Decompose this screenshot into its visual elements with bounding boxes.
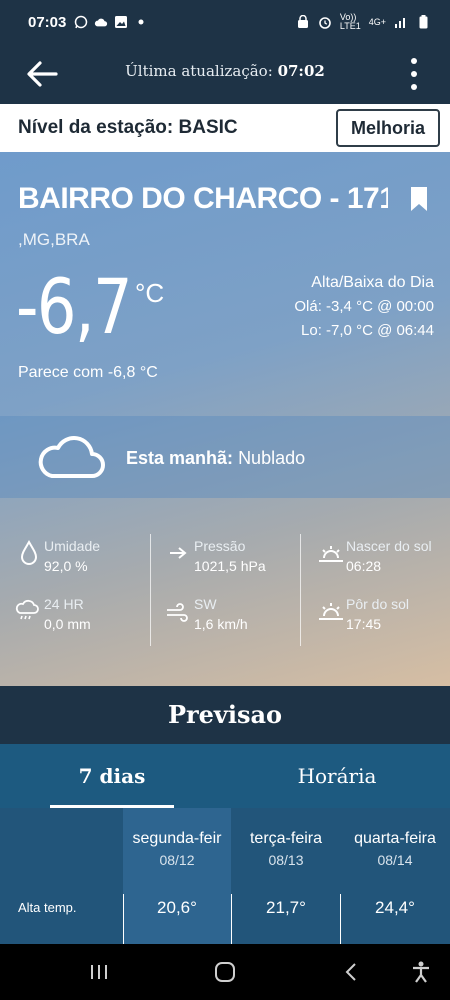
- accessibility-icon: [413, 961, 429, 983]
- condition-value: Nublado: [238, 448, 306, 468]
- metric-wind: SW 1,6 km/h: [164, 596, 304, 646]
- network-gen: 4G+: [368, 17, 386, 27]
- feels-like: Parece com -6,8 °C: [18, 364, 158, 381]
- cloud-icon: [94, 15, 108, 29]
- forecast-day-date: 08/14: [377, 852, 413, 868]
- arrow-right-icon: [170, 547, 187, 559]
- forecast-title: Previsao: [167, 700, 283, 729]
- daily-low: Lo: -7,0 °C @ 06:44: [301, 322, 434, 339]
- metric-pressure: Pressão 1021,5 hPa: [168, 538, 308, 588]
- daily-high: Olá: -3,4 °C @ 00:00: [294, 298, 434, 315]
- image-icon: [114, 15, 128, 29]
- rain-value: 0,0 mm: [44, 616, 91, 632]
- accessibility-button[interactable]: [406, 958, 436, 986]
- forecast-day-name: segunda-feir: [132, 830, 222, 847]
- forecast-high-temp: 21,7°: [266, 898, 306, 917]
- home-button[interactable]: [210, 958, 240, 986]
- wind-speed-value: 1,6 km/h: [194, 616, 248, 632]
- forecast-tabs: 7 dias Horária: [0, 744, 450, 808]
- metric-sunset: Pôr do sol 17:45: [318, 596, 450, 646]
- sunset-value: 17:45: [346, 616, 382, 632]
- status-left-icons: [74, 15, 148, 29]
- temperature-unit: °C: [135, 278, 165, 308]
- metric-sunrise: Nascer do sol 06:28: [318, 538, 450, 588]
- forecast-high-temp: 24,4°: [375, 898, 415, 917]
- tab-7-days[interactable]: 7 dias: [50, 744, 174, 808]
- station-location: ,MG,BRA: [18, 230, 90, 249]
- whatsapp-icon: [74, 15, 88, 29]
- column-separator: [123, 894, 124, 944]
- forecast-day-name: quarta-feira: [354, 830, 436, 847]
- more-vert-icon-dot-2: [411, 84, 417, 90]
- humidity-value: 92,0 %: [44, 558, 88, 574]
- recent-apps-button[interactable]: [84, 958, 114, 986]
- last-update: Última atualização: 07:02: [0, 62, 450, 80]
- humidity-label: Umidade: [44, 538, 101, 554]
- more-vert-icon: [411, 58, 417, 64]
- status-time: 07:03: [28, 13, 67, 31]
- back-nav-button[interactable]: [336, 958, 366, 986]
- forecast-day-column[interactable]: segunda-feir 08/12 20,6°: [123, 808, 231, 944]
- status-bar: 07:03 Vo)) LTE1 4G+: [0, 0, 450, 44]
- sunset-icon: [319, 603, 343, 620]
- last-update-label: Última atualização:: [125, 62, 273, 80]
- wind-icon: [167, 603, 188, 622]
- system-nav-bar: [0, 944, 450, 1000]
- condition-band: Esta manhã: Nublado: [0, 416, 450, 498]
- signal-icon: [394, 15, 408, 29]
- condition-text: Esta manhã: Nublado: [126, 448, 305, 469]
- app-header: Última atualização: 07:02: [0, 44, 450, 104]
- station-name: BAIRRO DO CHARCO - 1712...: [18, 182, 388, 215]
- status-right-icons: Vo)) LTE1 4G+: [296, 13, 430, 31]
- column-separator: [340, 894, 341, 944]
- upgrade-button[interactable]: Melhoria: [335, 109, 440, 147]
- home-icon: [215, 962, 235, 982]
- network-label-bottom: LTE1: [339, 21, 361, 31]
- metric-humidity: Umidade 92,0 %: [18, 538, 158, 588]
- pressure-value: 1021,5 hPa: [194, 558, 266, 574]
- station-level-bar: Nível da estação: BASIC Melhoria: [0, 104, 450, 152]
- chevron-left-icon: [345, 963, 356, 981]
- metrics-divider: [300, 534, 301, 646]
- current-temperature: -6,7: [16, 262, 133, 351]
- lock-icon: [296, 15, 310, 29]
- row-label-high-temp: Alta temp.: [18, 900, 77, 915]
- forecast-header: Previsao: [0, 686, 450, 744]
- rain-cloud-icon: [15, 599, 39, 620]
- forecast-day-column[interactable]: quarta-feira 08/14 24,4°: [341, 808, 449, 944]
- recent-apps-icon: [91, 965, 107, 979]
- forecast-day-column[interactable]: terça-feira 08/13 21,7°: [232, 808, 340, 944]
- sunrise-icon: [319, 546, 343, 562]
- current-conditions: BAIRRO DO CHARCO - 1712... ,MG,BRA -6,7 …: [0, 152, 450, 686]
- more-options-button[interactable]: [404, 56, 424, 92]
- sunrise-label: Nascer do sol: [346, 538, 432, 554]
- sunrise-value: 06:28: [346, 558, 382, 574]
- rain-label: 24 HR: [44, 596, 84, 612]
- dot-icon: [134, 15, 148, 29]
- tab-hourly[interactable]: Horária: [262, 744, 412, 808]
- condition-prefix: Esta manhã:: [126, 448, 234, 468]
- metrics-grid: Umidade 92,0 % Pressão 1021,5 hPa Nascer…: [0, 498, 450, 686]
- forecast-day-name: terça-feira: [249, 830, 323, 847]
- forecast-day-date: 08/13: [268, 852, 304, 868]
- cloud-icon: [38, 436, 105, 478]
- forecast-high-temp: 20,6°: [157, 898, 197, 917]
- metric-rain: 24 HR 0,0 mm: [14, 596, 154, 646]
- network-label: Vo)) LTE1: [340, 13, 361, 31]
- sunset-label: Pôr do sol: [346, 596, 410, 612]
- alarm-icon: [318, 15, 332, 29]
- more-vert-icon-dot: [411, 71, 417, 77]
- battery-icon: [416, 15, 430, 29]
- bookmark-icon[interactable]: [410, 186, 428, 212]
- metrics-divider: [150, 534, 151, 646]
- last-update-time: 07:02: [277, 62, 325, 80]
- hilo-title: Alta/Baixa do Dia: [311, 274, 434, 291]
- water-drop-icon: [20, 540, 38, 565]
- column-separator: [231, 894, 232, 944]
- forecast-table: Alta temp. segunda-feir 08/12 20,6° terç…: [0, 808, 450, 944]
- forecast-day-date: 08/12: [159, 852, 195, 868]
- wind-direction-label: SW: [194, 596, 217, 612]
- station-level-label: Nível da estação: BASIC: [18, 117, 238, 138]
- pressure-label: Pressão: [194, 538, 246, 554]
